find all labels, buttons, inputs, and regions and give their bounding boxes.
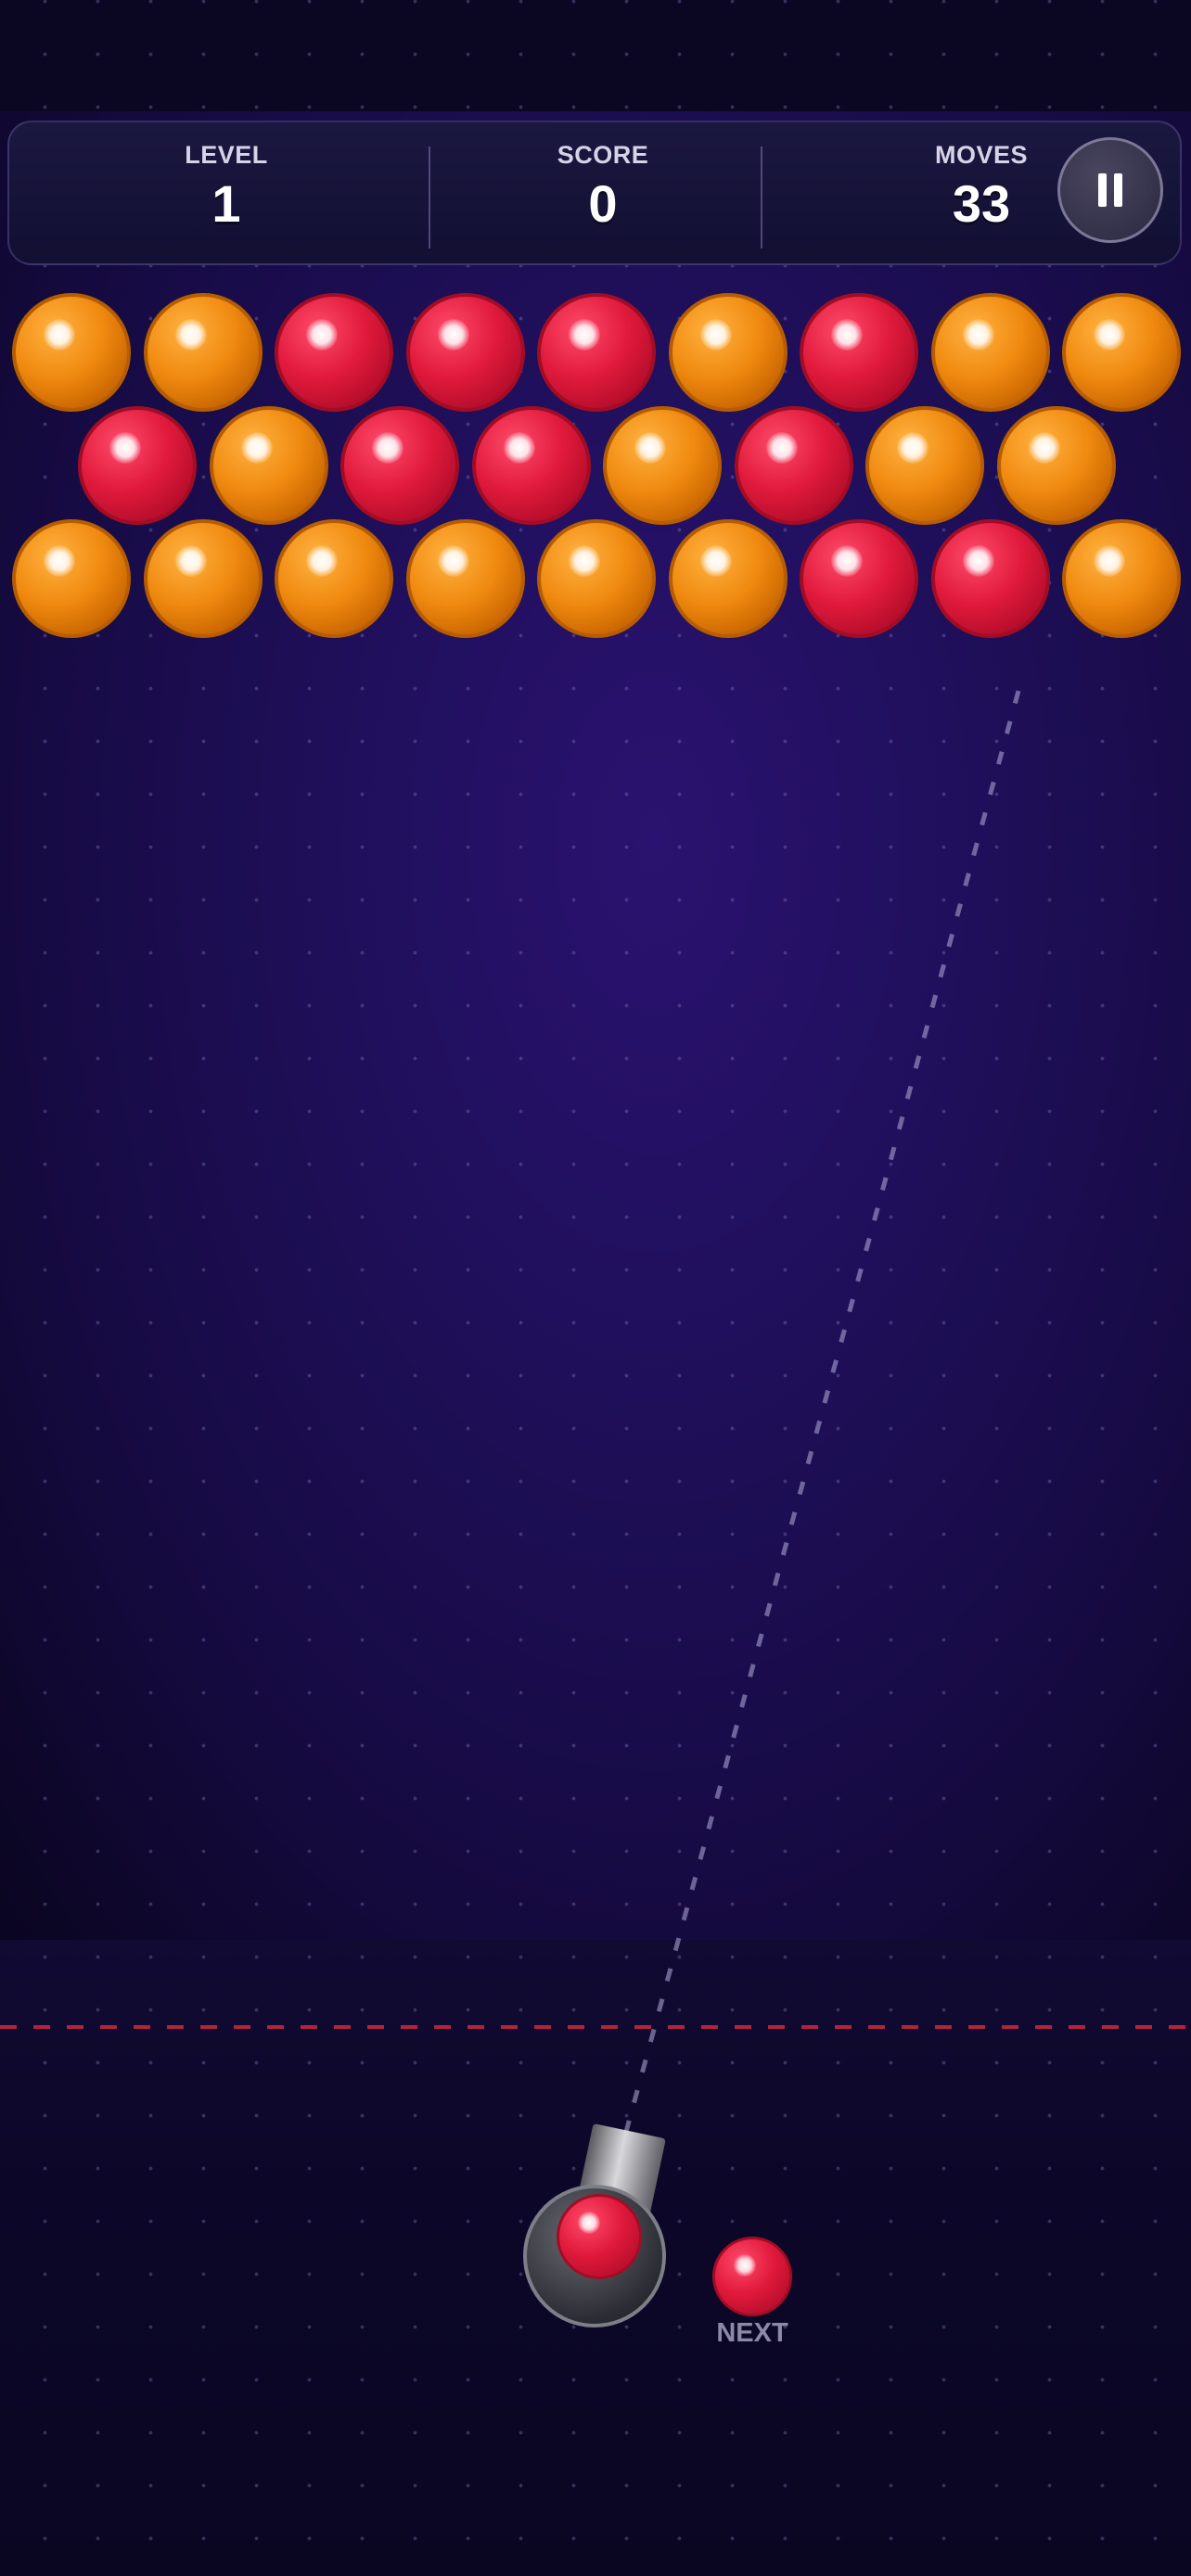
level-stat: LEVEL 1 bbox=[87, 141, 365, 234]
bubble-red bbox=[800, 293, 918, 412]
bubble-orange bbox=[996, 406, 1116, 525]
bubble-red bbox=[78, 406, 197, 525]
bubble-orange bbox=[668, 519, 788, 638]
bubble-orange bbox=[275, 519, 393, 638]
bubble-orange bbox=[603, 406, 722, 525]
hud-panel: LEVEL 1 SCORE 0 MOVES 33 bbox=[7, 121, 1182, 265]
current-bubble bbox=[557, 2194, 642, 2279]
level-value: 1 bbox=[211, 174, 241, 233]
bubble-orange bbox=[405, 519, 525, 638]
hud-divider bbox=[761, 147, 762, 249]
bubble-orange bbox=[209, 406, 328, 525]
pause-icon bbox=[1095, 173, 1126, 207]
bubble-orange bbox=[12, 293, 131, 412]
bubble-red bbox=[275, 293, 393, 412]
bubble-orange bbox=[865, 406, 984, 525]
bubble-orange bbox=[12, 519, 131, 638]
bubble-orange bbox=[143, 293, 263, 412]
bubble-red bbox=[405, 293, 525, 412]
bubble-red bbox=[734, 406, 853, 525]
hud-divider bbox=[429, 147, 430, 249]
bubble-orange bbox=[1062, 519, 1181, 638]
bubble-orange bbox=[537, 519, 656, 638]
score-value: 0 bbox=[588, 174, 618, 233]
bubble-orange bbox=[143, 519, 263, 638]
bubble-red bbox=[930, 519, 1050, 638]
pause-button[interactable] bbox=[1057, 137, 1163, 243]
bubble-red bbox=[800, 519, 918, 638]
next-bubble[interactable] bbox=[712, 2237, 792, 2316]
bubble-orange bbox=[930, 293, 1050, 412]
bubble-orange bbox=[1062, 293, 1181, 412]
score-stat: SCORE 0 bbox=[464, 141, 742, 234]
next-label: NEXT bbox=[716, 2318, 788, 2348]
level-label: LEVEL bbox=[185, 141, 268, 169]
bubble-orange bbox=[668, 293, 788, 412]
bubble-red bbox=[340, 406, 459, 525]
bubble-red bbox=[537, 293, 656, 412]
top-bar-background bbox=[0, 0, 1191, 111]
score-label: SCORE bbox=[557, 141, 649, 169]
bubble-red bbox=[471, 406, 591, 525]
